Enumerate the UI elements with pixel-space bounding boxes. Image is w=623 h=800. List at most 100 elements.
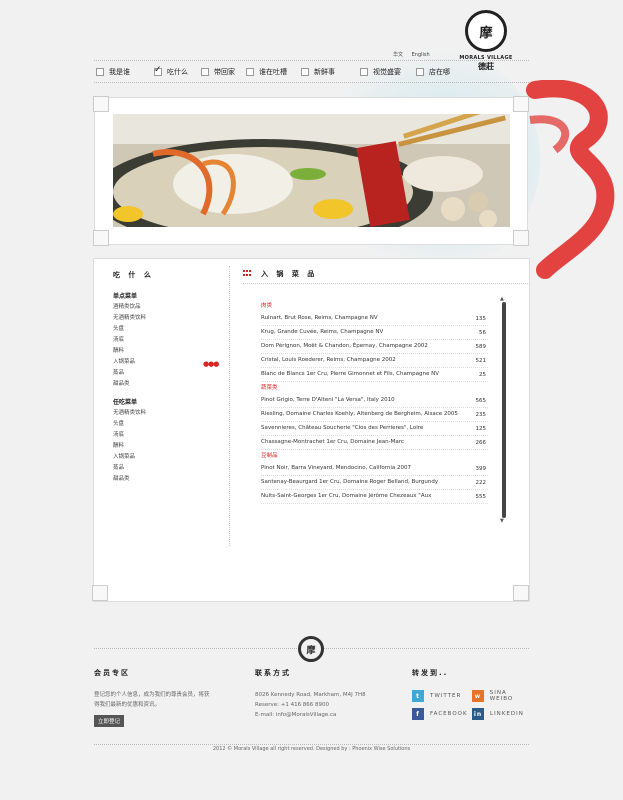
menu-item-name: Chassagne-Montrachet 1er Cru, Domaine Je… xyxy=(261,439,404,445)
main-nav: 我是谁 吃什么 带回家 谁在吐槽 新鲜事 视觉盛宴 店在哪 xyxy=(96,64,528,80)
share-linkedin[interactable]: in LINKEDIN xyxy=(472,708,532,720)
scrollbar-thumb[interactable] xyxy=(502,302,506,518)
sidebar-item[interactable]: 入锅菜品 xyxy=(113,452,146,463)
menu-section-title: 入 锅 菜 品 xyxy=(243,269,317,279)
menu-category: 肉类 xyxy=(261,303,273,309)
menu-item-price: 135 xyxy=(475,315,487,322)
sidebar-item[interactable]: 酬料 xyxy=(113,441,146,452)
contact-title: 联系方式 xyxy=(255,669,291,677)
sidebar-item[interactable]: 无酒精类饮料 xyxy=(113,408,146,419)
menu-row: Pinot Noir, Barra Vineyard, Mendocino, C… xyxy=(261,462,488,476)
members-title: 会员专区 xyxy=(94,669,130,677)
menu-row: Savennieres, Château Soucherie "Clos des… xyxy=(261,422,488,436)
sidebar-item[interactable]: 无酒精类饮料 xyxy=(113,313,146,324)
title-divider xyxy=(243,283,530,284)
scroll-down-icon[interactable]: ▼ xyxy=(500,518,504,524)
share-weibo[interactable]: w SINA WEIBO xyxy=(472,690,532,702)
menu-item-name: Cristal, Louis Roederer, Reims, Champagn… xyxy=(261,357,396,363)
footer-contact: 联系方式 8026 Kennedy Road, Markham, M4J 7H8… xyxy=(255,668,395,720)
frame-corner xyxy=(93,96,109,112)
nav-item-news[interactable]: 新鲜事 xyxy=(301,64,360,80)
nav-item-who[interactable]: 我是谁 xyxy=(96,64,154,80)
checkbox-icon xyxy=(96,68,104,76)
sidebar-item[interactable]: 酒精类饮品 xyxy=(113,302,146,313)
menu-item-name: Savennieres, Château Soucherie "Clos des… xyxy=(261,425,424,431)
linkedin-icon: in xyxy=(472,708,484,720)
contact-address: 8026 Kennedy Road, Markham, M4J 7H8 xyxy=(255,692,366,698)
menu-item-price: 565 xyxy=(475,397,487,404)
menu-item-price: 521 xyxy=(475,357,487,364)
checkbox-icon xyxy=(246,68,254,76)
nav-item-reviews[interactable]: 谁在吐槽 xyxy=(246,64,301,80)
sidebar-item[interactable]: 头盘 xyxy=(113,419,146,430)
sidebar-item[interactable]: 汤底 xyxy=(113,335,146,346)
twitter-icon: t xyxy=(412,690,424,702)
footer-members: 会员专区 登记您的个人信息，成为我们的尊贵会员，将获 得我们最新的优惠和资讯。 … xyxy=(94,668,229,727)
menu-item-name: Ruinart, Brut Rose, Reims, Champagne NV xyxy=(261,315,378,321)
column-divider xyxy=(229,266,230,546)
sidebar-group-a-la-carte: 单点菜单 酒精类饮品 无酒精类饮料 头盘 汤底 酬料 入锅菜品 蒸品 甜品类 xyxy=(113,291,146,390)
sidebar-group-all-you-can-eat: 任吃菜单 无酒精类饮料 头盘 汤底 酬料 入锅菜品 蒸品 甜品类 xyxy=(113,397,146,485)
menu-item-name: Krug, Grande Cuvée, Reims, Champagne NV xyxy=(261,329,384,335)
checkbox-icon xyxy=(201,68,209,76)
menu-item-name: Santenay-Beaurgard 1er Cru, Domaine Roge… xyxy=(261,479,439,485)
sidebar-item[interactable]: 头盘 xyxy=(113,324,146,335)
footer-share: 转发到.. t TWITTER w SINA WEIBO f FACEBOOK in L… xyxy=(412,668,532,720)
share-twitter[interactable]: t TWITTER xyxy=(412,690,472,702)
menu-scrollbar[interactable]: ▲ ▼ xyxy=(500,296,508,524)
share-facebook[interactable]: f FACEBOOK xyxy=(412,708,472,720)
nav-item-gallery[interactable]: 视觉盛宴 xyxy=(360,64,416,80)
sidebar-group-heading: 任吃菜单 xyxy=(113,399,138,406)
sidebar-title: 吃 什 么 xyxy=(113,271,154,279)
nav-label: 视觉盛宴 xyxy=(373,68,401,76)
menu-item-price: 25 xyxy=(479,371,486,378)
menu-item-name: Riesling, Domaine Charles Koehly, Altenb… xyxy=(261,411,458,417)
menu-item-name: Pinot Noir, Barra Vineyard, Mendocino, C… xyxy=(261,465,411,471)
frame-corner xyxy=(92,585,108,601)
menu-section-title-text: 入 锅 菜 品 xyxy=(261,270,318,278)
nav-item-take-home[interactable]: 带回家 xyxy=(201,64,246,80)
sidebar-item[interactable]: 蒸品 xyxy=(113,368,146,379)
menu-row: Dom Pérignon, Moët & Chandon, Épernay, C… xyxy=(261,340,488,354)
menu-category: 蔬菜类 xyxy=(261,385,278,391)
register-button[interactable]: 立即登记 xyxy=(94,715,125,727)
share-title: 转发到.. xyxy=(412,669,449,677)
sidebar-item[interactable]: 酬料 xyxy=(113,346,146,357)
frame-corner xyxy=(93,230,109,246)
copyright: 2012 © Morals Village all right reserved… xyxy=(94,744,529,752)
nav-item-location[interactable]: 店在哪 xyxy=(416,64,466,80)
frame-corner xyxy=(513,230,529,246)
menu-row: Ruinart, Brut Rose, Reims, Champagne NV 1… xyxy=(261,312,488,326)
menu-list: 肉类 Ruinart, Brut Rose, Reims, Champagne … xyxy=(261,300,488,504)
menu-item-price: 222 xyxy=(475,479,487,486)
nav-bottom-divider xyxy=(94,82,529,83)
menu-row: Krug, Grande Cuvée, Reims, Champagne NV 5… xyxy=(261,326,488,340)
logo-seal: 摩 xyxy=(465,10,507,52)
sidebar-item[interactable]: 蒸品 xyxy=(113,463,146,474)
menu-row: Riesling, Domaine Charles Koehly, Altenb… xyxy=(261,408,488,422)
menu-item-price: 235 xyxy=(475,411,487,418)
sidebar-item[interactable]: 甜品类 xyxy=(113,379,146,390)
menu-item-price: 589 xyxy=(475,343,487,350)
brand-logo[interactable]: 摩 MORALS VILLAGE 德莊 xyxy=(458,10,514,72)
sidebar-item-active[interactable]: 入锅菜品 xyxy=(113,357,146,368)
checkbox-checked-icon xyxy=(154,65,162,76)
sidebar-item[interactable]: 汤底 xyxy=(113,430,146,441)
lang-chinese[interactable]: 华文 xyxy=(393,52,403,58)
contact-email[interactable]: E-mail: info@MoralsVillage.ca xyxy=(255,710,395,720)
language-switcher: 华文 English xyxy=(393,51,437,58)
checkbox-icon xyxy=(301,68,309,76)
active-indicator-icon: ●●● xyxy=(203,360,219,368)
nav-item-what-to-eat[interactable]: 吃什么 xyxy=(154,64,201,80)
nav-label: 新鲜事 xyxy=(314,68,335,76)
menu-item-price: 555 xyxy=(475,493,487,500)
menu-row: Cristal, Louis Roederer, Reims, Champagn… xyxy=(261,354,488,368)
menu-row: Blanc de Blancs 1er Cru, Pierre Gimonnet… xyxy=(261,368,488,382)
nav-label: 带回家 xyxy=(214,68,235,76)
footer-logo-seal: 摩 xyxy=(298,636,324,662)
menu-item-name: Dom Pérignon, Moët & Chandon, Épernay, C… xyxy=(261,343,428,349)
checkbox-icon xyxy=(416,68,424,76)
sidebar-item[interactable]: 甜品类 xyxy=(113,474,146,485)
members-text: 登记您的个人信息，成为我们的尊贵会员，将获 xyxy=(94,692,210,698)
lang-english[interactable]: English xyxy=(412,52,430,58)
